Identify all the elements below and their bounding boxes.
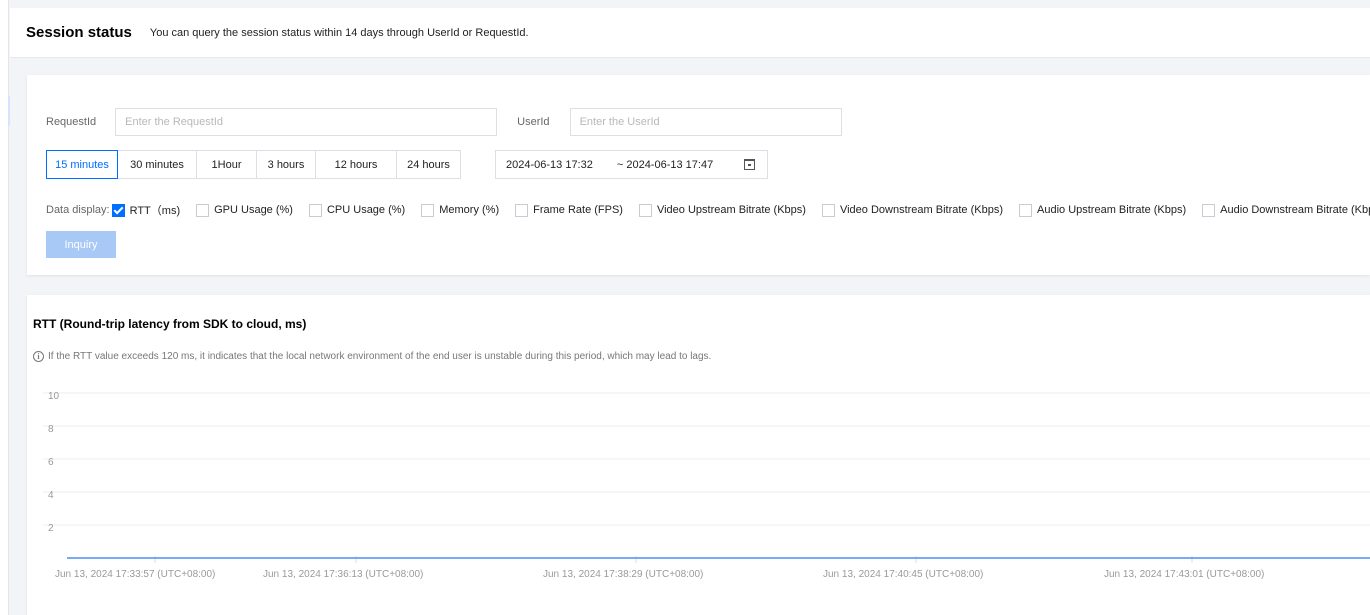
- metric-label: Video Downstream Bitrate (Kbps): [839, 204, 1003, 216]
- time-range-option[interactable]: 24 hours: [396, 150, 461, 179]
- page-header: Session status You can query the session…: [10, 8, 1370, 58]
- x-tick-label: Jun 13, 2024 17:43:01 (UTC+08:00): [1104, 569, 1264, 580]
- checkbox[interactable]: [1019, 203, 1032, 217]
- y-tick-label: 4: [48, 490, 54, 501]
- metric-checkbox-item[interactable]: Audio Upstream Bitrate (Kbps): [1019, 203, 1187, 217]
- query-panel: RequestId UserId 15 minutes30 minutes1Ho…: [27, 75, 1370, 275]
- metric-label: CPU Usage (%): [326, 204, 406, 216]
- x-tick-label: Jun 13, 2024 17:33:57 (UTC+08:00): [55, 569, 215, 580]
- x-tick-label: Jun 13, 2024 17:40:45 (UTC+08:00): [823, 569, 983, 580]
- y-tick-label: 8: [48, 424, 54, 435]
- user-id-input[interactable]: [569, 108, 842, 136]
- user-id-label: UserId: [517, 116, 550, 128]
- metric-label: GPU Usage (%): [214, 204, 293, 216]
- metric-checkbox-item[interactable]: Video Downstream Bitrate (Kbps): [821, 203, 1003, 217]
- inquiry-button[interactable]: Inquiry: [46, 231, 116, 258]
- time-range-option[interactable]: 1Hour: [196, 150, 257, 179]
- checkbox[interactable]: [638, 203, 652, 217]
- rtt-line-chart: 2 4 6 8 10 Jun 13, 2024 17:33:57 (UTC+08:00) J…: [43, 391, 1370, 580]
- time-range-option[interactable]: 12 hours: [315, 150, 397, 179]
- y-tick-label: 10: [48, 391, 60, 402]
- metric-label: Video Upstream Bitrate (Kbps): [656, 204, 806, 216]
- checkbox[interactable]: [1202, 203, 1216, 217]
- x-tick-label: Jun 13, 2024 17:36:13 (UTC+08:00): [263, 569, 423, 580]
- y-tick-label: 2: [48, 523, 54, 534]
- calendar-icon[interactable]: [744, 159, 755, 170]
- time-range-option[interactable]: 30 minutes: [117, 150, 197, 179]
- metric-checkbox-item[interactable]: Memory (%): [421, 203, 500, 217]
- page-description: You can query the session status within …: [149, 26, 529, 39]
- time-range-selector: 15 minutes 30 minutes 1Hour 3 hours 12 hours…: [46, 150, 461, 179]
- request-id-input[interactable]: [115, 108, 498, 136]
- id-inputs-row: RequestId UserId: [46, 108, 842, 136]
- checkbox[interactable]: [196, 203, 210, 217]
- metric-label: Audio Upstream Bitrate (Kbps): [1037, 204, 1187, 216]
- data-display-row: Data display: RTT（ms) GPU Usage (%) CPU Us…: [46, 202, 1370, 218]
- metric-label: Memory (%): [439, 204, 500, 216]
- metric-label: Frame Rate (FPS): [533, 204, 623, 216]
- rtt-chart-panel: RTT (Round-trip latency from SDK to clou…: [27, 295, 1370, 615]
- x-tick-label: Jun 13, 2024 17:38:29 (UTC+08:00): [543, 569, 703, 580]
- date-start: 2024-06-13 17:32: [506, 158, 593, 171]
- checkbox[interactable]: [515, 203, 529, 217]
- checkbox[interactable]: [111, 203, 125, 217]
- time-range-option[interactable]: 3 hours: [256, 150, 316, 179]
- checkbox[interactable]: [821, 203, 835, 217]
- checkbox[interactable]: [421, 203, 435, 217]
- metric-checkbox-item[interactable]: Video Upstream Bitrate (Kbps): [638, 203, 806, 217]
- metric-checkbox-item[interactable]: RTT（ms): [111, 202, 181, 218]
- time-range-row: 15 minutes 30 minutes 1Hour 3 hours 12 hours…: [46, 150, 768, 179]
- checkbox[interactable]: [308, 203, 322, 217]
- data-display-label: Data display:: [46, 204, 110, 216]
- page-title: Session status: [26, 24, 132, 41]
- left-sidebar-edge: [0, 0, 10, 615]
- metric-checkbox-item[interactable]: GPU Usage (%): [196, 203, 293, 217]
- request-id-label: RequestId: [46, 116, 97, 128]
- date-end: ~ 2024-06-13 17:47: [616, 158, 714, 171]
- y-tick-label: 6: [48, 457, 54, 468]
- metric-label: RTT（ms): [129, 205, 181, 217]
- sidebar-active-marker: [8, 96, 10, 126]
- metric-label: Audio Downstream Bitrate (Kbps): [1220, 204, 1370, 216]
- metric-checkbox-item[interactable]: Audio Downstream Bitrate (Kbps): [1202, 203, 1370, 217]
- date-range-picker[interactable]: 2024-06-13 17:32 ~ 2024-06-13 17:47: [495, 150, 768, 179]
- metric-checkbox-item[interactable]: CPU Usage (%): [308, 203, 406, 217]
- metric-checkbox-item[interactable]: Frame Rate (FPS): [515, 203, 623, 217]
- time-range-option[interactable]: 15 minutes: [46, 150, 118, 179]
